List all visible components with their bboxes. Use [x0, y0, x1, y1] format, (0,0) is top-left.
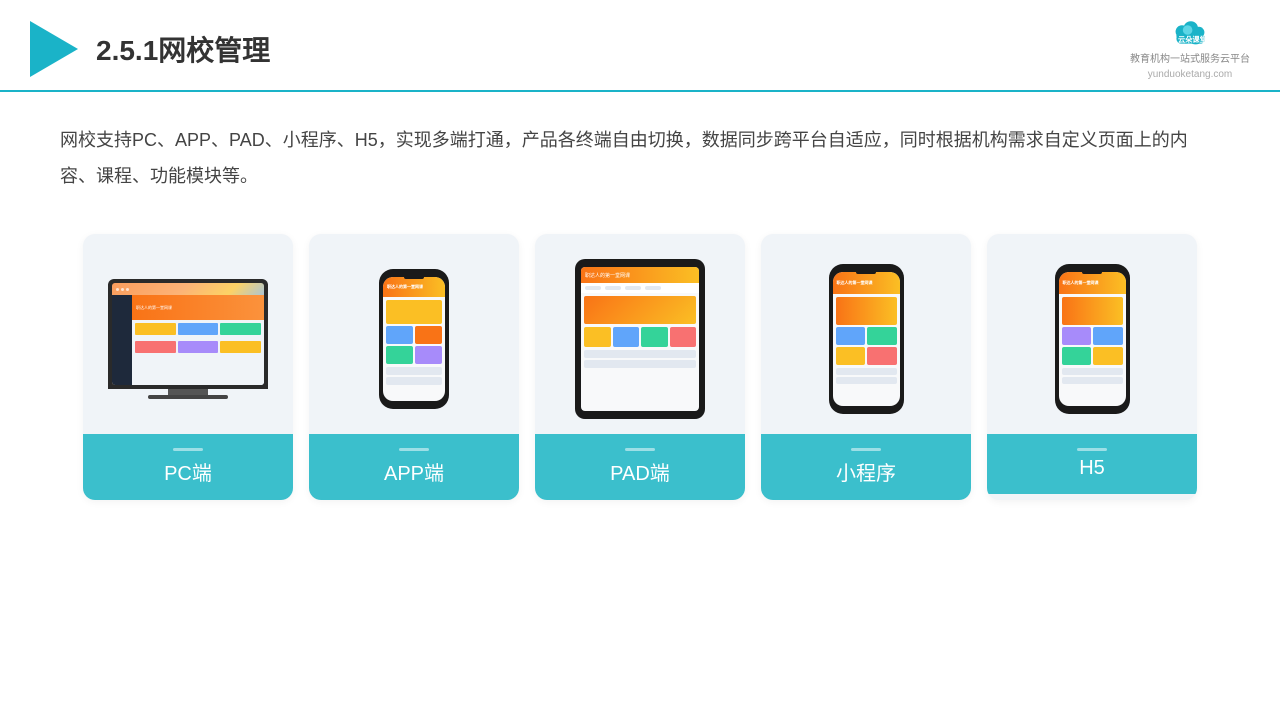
h5-device-mockup: 职达人的第一堂网课: [1055, 264, 1130, 414]
header-left: 2.5.1网校管理: [30, 21, 270, 77]
svg-text:云朵课堂: 云朵课堂: [1178, 35, 1207, 44]
card-miniprogram-image: 职达人的第一堂网课: [761, 234, 971, 434]
card-h5: 职达人的第一堂网课: [987, 234, 1197, 500]
card-app: 职达人的第一堂网课: [309, 234, 519, 500]
card-pad-image: 职达人的第一堂网课: [535, 234, 745, 434]
card-app-label: APP端: [309, 434, 519, 500]
page-header: 2.5.1网校管理 云朵课堂 教育机构一站式服务云平台 yunduoketang…: [0, 0, 1280, 92]
card-pc-image: 职达人的第一堂网课: [83, 234, 293, 434]
cloud-logo-icon: 云朵课堂: [1170, 18, 1210, 46]
card-h5-image: 职达人的第一堂网课: [987, 234, 1197, 434]
card-h5-label: H5: [987, 434, 1197, 494]
pc-device-mockup: 职达人的第一堂网课: [108, 279, 268, 399]
logo-triangle-icon: [30, 21, 78, 77]
brand-url: yunduoketang.com: [1148, 69, 1233, 80]
card-miniprogram: 职达人的第一堂网课: [761, 234, 971, 500]
brand-logo: 云朵课堂: [1170, 18, 1210, 46]
card-pad: 职达人的第一堂网课: [535, 234, 745, 500]
brand-tagline: 教育机构一站式服务云平台: [1130, 50, 1250, 65]
platform-cards: 职达人的第一堂网课: [0, 214, 1280, 520]
miniprogram-device-mockup: 职达人的第一堂网课: [829, 264, 904, 414]
description-text: 网校支持PC、APP、PAD、小程序、H5，实现多端打通，产品各终端自由切换，数…: [0, 92, 1280, 204]
app-device-mockup: 职达人的第一堂网课: [379, 269, 449, 409]
brand-area: 云朵课堂 教育机构一站式服务云平台 yunduoketang.com: [1130, 18, 1250, 80]
card-miniprogram-label: 小程序: [761, 434, 971, 500]
card-pc-label: PC端: [83, 434, 293, 500]
card-app-image: 职达人的第一堂网课: [309, 234, 519, 434]
page-title: 2.5.1网校管理: [96, 29, 270, 69]
card-pc: 职达人的第一堂网课: [83, 234, 293, 500]
pad-device-mockup: 职达人的第一堂网课: [575, 259, 705, 419]
card-pad-label: PAD端: [535, 434, 745, 500]
